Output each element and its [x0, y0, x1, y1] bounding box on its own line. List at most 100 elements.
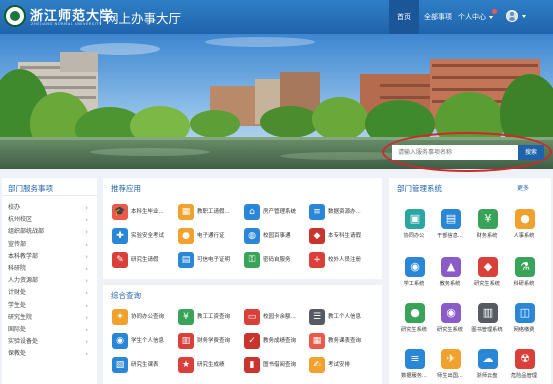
dept-item-label: 学生处: [8, 301, 27, 309]
system-tile[interactable]: ⚗ 科研系统: [507, 257, 541, 295]
system-tile[interactable]: ✈ 师生出国...: [433, 349, 467, 384]
dept-item[interactable]: 实验设备处 ›: [8, 336, 92, 348]
dept-item[interactable]: 国际处 ›: [8, 324, 92, 336]
dept-item[interactable]: 人力资源部 ›: [8, 275, 92, 287]
dept-item[interactable]: 组织部统战部 ›: [8, 226, 92, 238]
dept-item-label: 杭州校区: [8, 216, 33, 224]
chevron-right-icon: ›: [85, 240, 88, 249]
app-label: 本专科生请假: [328, 233, 362, 239]
icon-glyph: ▣: [409, 212, 421, 225]
dept-item[interactable]: 学生处 ›: [8, 300, 92, 312]
system-tile[interactable]: ▣ 协同办公: [397, 209, 431, 247]
system-tile[interactable]: ▤ 干部信息...: [433, 209, 467, 247]
icon-glyph: ✓: [248, 336, 256, 346]
icon-glyph: ◍: [248, 231, 256, 241]
app-item[interactable]: ▭ 校园卡余额...: [244, 309, 312, 327]
icon-glyph: ✍: [313, 360, 321, 370]
app-item[interactable]: ✎ 研究生请假: [112, 252, 180, 270]
system-tile[interactable]: ¥ 财务系统: [470, 209, 504, 247]
app-item[interactable]: ¥ 教工工资查询: [178, 309, 246, 327]
chevron-right-icon: ›: [85, 204, 88, 212]
search-input[interactable]: [392, 145, 518, 160]
dept-services-title: 部门服务事项: [8, 184, 53, 193]
dept-item-label: 国际处: [8, 325, 27, 333]
system-tile[interactable]: ▥ 图书管理系统: [470, 303, 504, 341]
icon-glyph: ▥: [482, 306, 494, 319]
dept-item[interactable]: 研究生院 ›: [8, 312, 92, 324]
app-label: 协同办公查询: [131, 314, 165, 320]
library-icon: ▥: [478, 303, 498, 323]
chevron-right-icon: ›: [85, 228, 88, 237]
nav-all-services[interactable]: 全部事项: [420, 0, 456, 34]
book-icon: ▮: [244, 357, 260, 373]
flask-icon: ⚗: [515, 257, 535, 277]
chevron-right-icon: ›: [85, 301, 88, 310]
chevron-right-icon: ›: [85, 313, 88, 322]
dept-item[interactable]: 保教处 ›: [8, 348, 92, 360]
app-item[interactable]: ✓ 教务成绩查询: [244, 333, 312, 351]
system-tile[interactable]: ◉ 研究生系统: [433, 303, 467, 341]
app-item[interactable]: ✍ 考试安排: [309, 357, 377, 375]
university-logo-icon[interactable]: [4, 5, 26, 27]
user-menu-chevron-icon[interactable]: [522, 15, 526, 18]
system-tile[interactable]: ☁ 浙师云盘: [470, 349, 504, 384]
app-item[interactable]: 🎓 本科生毕业...: [112, 204, 180, 222]
icon-glyph: ▲: [446, 260, 456, 273]
dept-item[interactable]: 科研院 ›: [8, 263, 92, 275]
id-card-icon: ▤: [441, 209, 461, 229]
grad-person-icon: ◉: [441, 303, 461, 323]
app-item[interactable]: ◍ 校园百事通: [244, 228, 312, 246]
system-label: 危险品管理: [511, 373, 537, 379]
search-button[interactable]: 搜索: [518, 145, 544, 160]
exam-icon: ✍: [309, 357, 325, 373]
app-label: 研究生成绩: [197, 362, 225, 368]
icon-glyph: ★: [181, 360, 191, 370]
app-item[interactable]: ▦ 教务课表查询: [309, 333, 377, 351]
system-tile[interactable]: ◉ 学工系统: [397, 257, 431, 295]
system-tile[interactable]: ▲ 教务系统: [433, 257, 467, 295]
system-tile[interactable]: ◆ 研究生系统: [470, 257, 504, 295]
app-item[interactable]: + 校外人员注册: [309, 252, 377, 270]
system-tile[interactable]: ≡ 数据服务...: [397, 349, 431, 384]
app-item[interactable]: ☰ 教工个人信息: [309, 309, 377, 327]
icon-glyph: ☰: [312, 312, 322, 322]
dept-item-label: 研究生院: [8, 313, 33, 321]
app-item[interactable]: ● 电子通行证: [178, 228, 246, 246]
system-tile[interactable]: ☢ 危险品管理: [507, 349, 541, 384]
dept-item[interactable]: 校办 ›: [8, 202, 92, 214]
app-item[interactable]: ▮ 图书借阅查询: [244, 357, 312, 375]
app-item[interactable]: ⚿ 密码自服务: [244, 252, 312, 270]
student-icon: ◉: [112, 333, 128, 349]
system-tile[interactable]: ◫ 网络缴费: [507, 303, 541, 341]
dept-item[interactable]: 计财处 ›: [8, 287, 92, 299]
app-item[interactable]: ◆ 本专科生请假: [309, 228, 377, 246]
system-tile[interactable]: ● 人事系统: [507, 209, 541, 247]
nav-home[interactable]: 首页: [389, 0, 419, 34]
dept-item-label: 人力资源部: [8, 277, 39, 285]
dept-item[interactable]: 杭州校区 ›: [8, 214, 92, 226]
person-group-icon: ◆: [309, 228, 325, 244]
app-item[interactable]: ⌂ 房产管理系统: [244, 204, 312, 222]
app-label: 房产管理系统: [263, 209, 297, 215]
app-item[interactable]: ▦ 教职工请假...: [178, 204, 246, 222]
more-link[interactable]: 更多: [517, 183, 529, 192]
app-item[interactable]: ▤ 可信电子证明: [178, 252, 246, 270]
app-item[interactable]: ◉ 学生个人信息: [112, 333, 180, 351]
app-item[interactable]: ✦ 协同办公查询: [112, 309, 180, 327]
top-header: 浙江师范大学 ZHEJIANG NORMAL UNIVERSITY 网上办事大厅…: [0, 0, 553, 34]
dept-item[interactable]: 宣传部 ›: [8, 239, 92, 251]
dept-item-label: 组织部统战部: [8, 228, 45, 236]
app-item[interactable]: ≡ 数据资源办...: [309, 204, 377, 222]
app-item[interactable]: ▧ 研究生课表: [112, 357, 180, 375]
icon-glyph: ☁: [482, 352, 494, 365]
dept-item[interactable]: 本科教学部 ›: [8, 251, 92, 263]
app-item[interactable]: ▥ 财务学费查询: [178, 333, 246, 351]
app-item[interactable]: ★ 研究生成绩: [178, 357, 246, 375]
system-tile[interactable]: ● 研究生系统: [397, 303, 431, 341]
chevron-right-icon: ›: [85, 325, 88, 334]
icon-glyph: ▦: [181, 207, 191, 217]
nav-personal-center[interactable]: 个人中心: [458, 0, 502, 34]
app-item[interactable]: ✚ 实验安全考试: [112, 228, 180, 246]
user-avatar[interactable]: [506, 10, 518, 22]
icon-glyph: ⚿: [248, 255, 256, 265]
